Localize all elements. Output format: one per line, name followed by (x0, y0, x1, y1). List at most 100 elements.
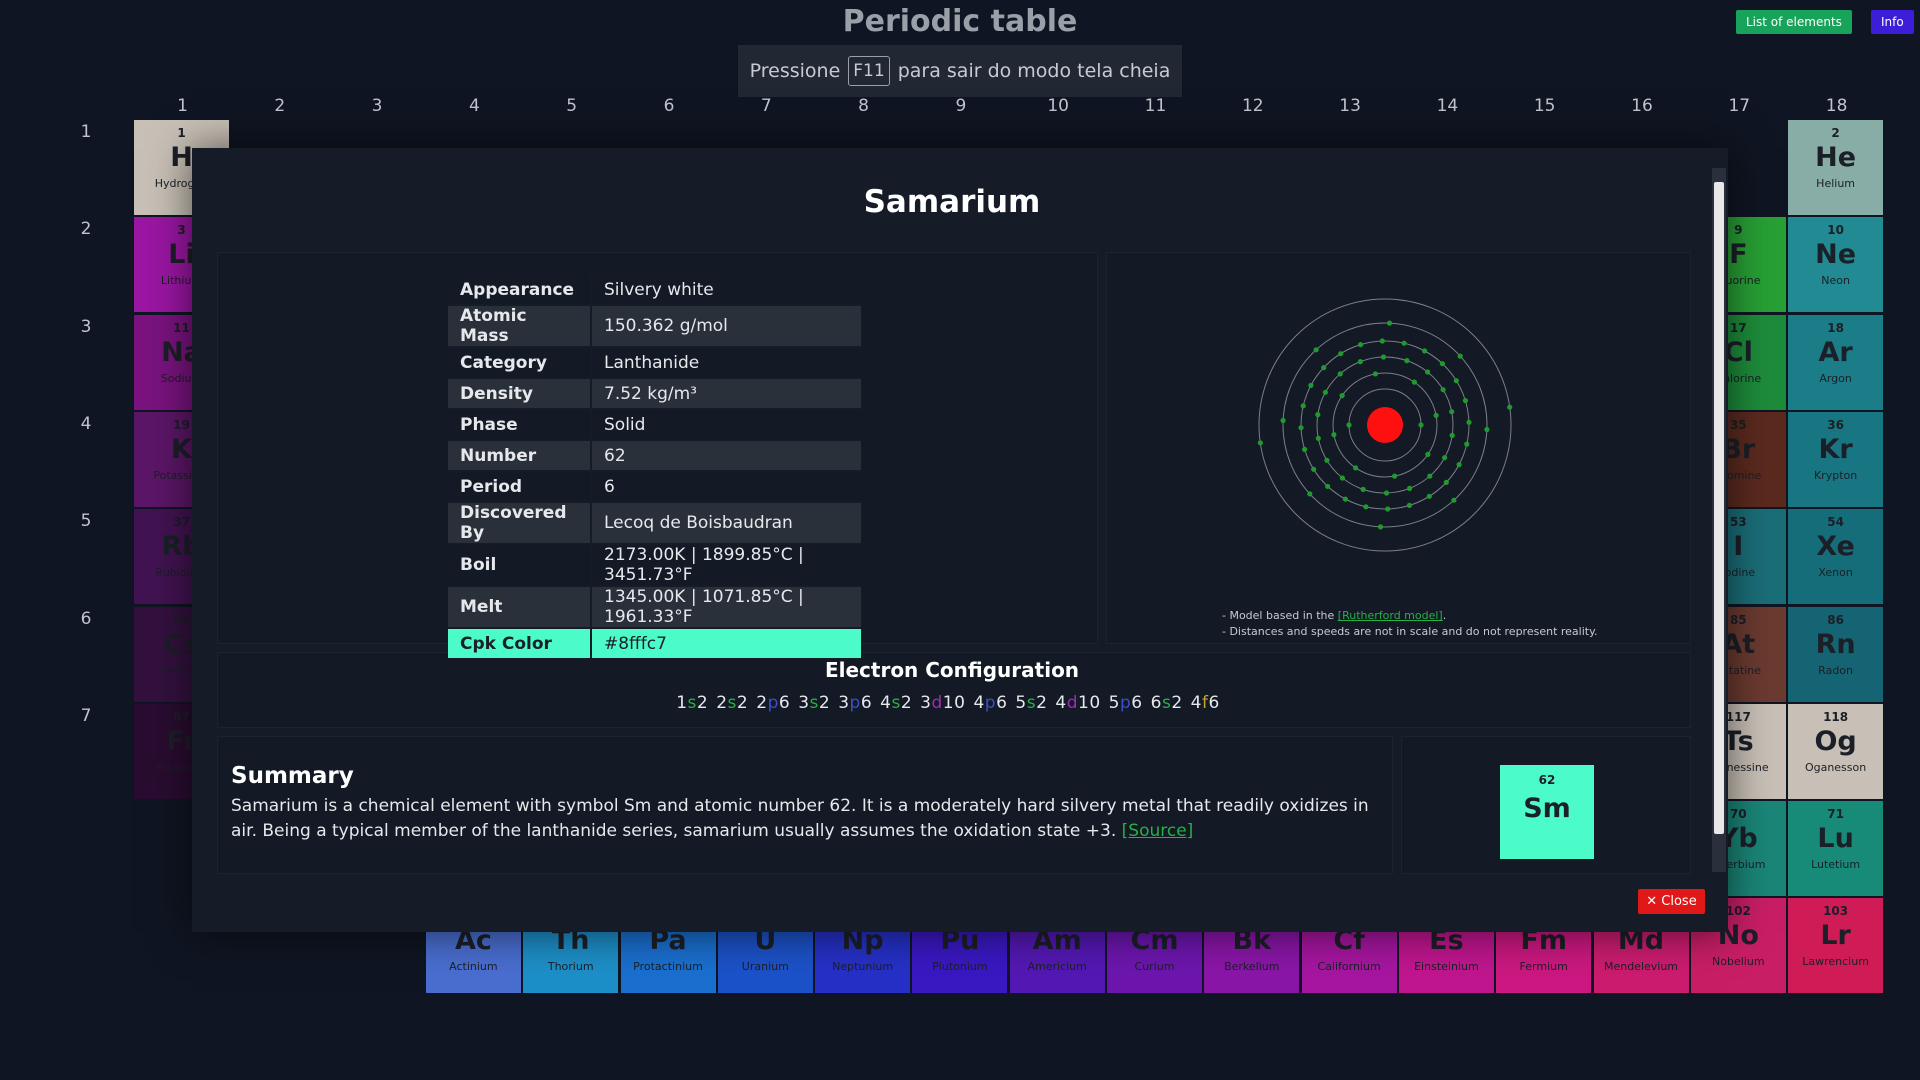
element-tile[interactable]: 86 Rn Radon (1788, 606, 1884, 702)
electron (1346, 422, 1352, 428)
group-number: 15 (1533, 96, 1556, 116)
property-value: 62 (591, 440, 861, 472)
element-tile-number: 2 (1831, 126, 1840, 140)
group-number: 12 (1241, 96, 1264, 116)
electron (1315, 435, 1321, 441)
element-tile-name: Americium (1027, 960, 1087, 974)
group-number: 3 (371, 96, 383, 116)
electron (1383, 490, 1390, 496)
element-tile-number: 18 (1827, 320, 1844, 335)
property-value: Silvery white (591, 275, 861, 306)
element-tile[interactable]: 118 Og Oganesson (1788, 703, 1884, 799)
electron (1358, 342, 1364, 348)
group-number: 7 (760, 96, 772, 116)
config-orbital: s (809, 693, 819, 713)
group-number: 16 (1631, 96, 1653, 116)
element-tile[interactable]: 36 Kr Krypton (1788, 411, 1884, 507)
property-value: Lanthanide (591, 347, 861, 379)
summary-source-link[interactable]: [Source] (1122, 821, 1194, 841)
element-tile-name: Lawrencium (1802, 955, 1869, 969)
element-tile[interactable]: 54 Xe Xenon (1788, 509, 1884, 605)
element-tile-name: Actinium (449, 960, 498, 974)
electron (1439, 361, 1445, 367)
f11-key: F11 (848, 56, 890, 86)
property-value: Lecoq de Boisbaudran (591, 502, 861, 545)
electron-config-title: Electron Configuration (824, 658, 1080, 682)
electron (1322, 389, 1328, 395)
config-electron-count: 6 (778, 693, 791, 713)
config-electron-count: 2 (1171, 693, 1183, 713)
electron (1406, 502, 1412, 508)
atom-note-2: - Distances and speeds are not in scale … (1222, 625, 1598, 638)
electron-config-term: 1s2 (676, 693, 708, 713)
electron (1307, 491, 1313, 497)
config-orbital: p (849, 693, 861, 713)
element-tile[interactable]: 18 Ar Argon (1788, 314, 1884, 410)
modal-scrollbar-thumb[interactable] (1714, 182, 1724, 834)
property-row: Category Lanthanide (448, 347, 861, 379)
element-name-heading: Samarium (863, 184, 1041, 220)
property-value: 150.362 g/mol (591, 305, 861, 348)
electron (1372, 371, 1378, 377)
config-orbital: s (727, 693, 737, 713)
element-tile-name: Helium (1816, 177, 1856, 190)
info-button[interactable]: Info (1871, 10, 1914, 34)
electron (1339, 393, 1345, 399)
property-row: Cpk Color #8fffc7 (448, 628, 861, 660)
electron-config-term: 3p6 (838, 693, 872, 713)
period-number: 2 (80, 219, 92, 240)
element-tile-symbol: Ar (1818, 336, 1853, 368)
electron (1315, 412, 1321, 418)
electron (1257, 440, 1263, 446)
property-label: Density (448, 378, 592, 410)
electron (1401, 340, 1407, 346)
electron (1331, 432, 1337, 438)
group-number: 2 (274, 96, 286, 116)
element-tile-name: Nobelium (1712, 955, 1765, 969)
period-number: 3 (80, 316, 92, 337)
atom-model-notes: - Model based in the [Rutherford model].… (1222, 608, 1598, 640)
electron (1425, 369, 1431, 375)
atom-nucleus (1367, 407, 1403, 443)
period-number: 1 (80, 122, 92, 142)
config-electron-count: 6 (996, 693, 1008, 713)
config-shell-number: 4 (1190, 693, 1202, 713)
electron (1342, 496, 1348, 502)
close-button[interactable]: ✕ Close (1638, 889, 1705, 914)
config-orbital: s (1026, 693, 1037, 713)
element-tile-number: 71 (1827, 807, 1844, 822)
config-shell-number: 3 (920, 693, 932, 713)
electron (1440, 387, 1446, 393)
electron (1456, 462, 1462, 468)
electron-config-term: 2p6 (756, 693, 790, 713)
property-label: Phase (448, 409, 592, 441)
config-electron-count: 6 (1208, 693, 1220, 713)
config-electron-count: 2 (1036, 693, 1048, 713)
rutherford-model-link[interactable]: [Rutherford model] (1338, 609, 1443, 622)
config-orbital: p (1120, 693, 1132, 713)
fullscreen-notice-after: para sair do modo tela cheia (897, 60, 1171, 82)
electron (1427, 473, 1433, 479)
group-number: 5 (566, 96, 578, 116)
element-tile[interactable]: 2 He Helium (1788, 120, 1884, 215)
config-orbital: s (687, 693, 697, 713)
electron (1442, 455, 1448, 461)
list-of-elements-button[interactable]: List of elements (1736, 10, 1852, 34)
property-value: 6 (591, 471, 861, 503)
element-tile[interactable]: 103 Lr Lawrencium (1788, 898, 1884, 994)
electron (1457, 353, 1463, 359)
config-shell-number: 4 (1055, 693, 1067, 713)
element-tile[interactable]: 10 Ne Neon (1788, 217, 1884, 313)
config-shell-number: 2 (716, 693, 728, 713)
electron (1313, 347, 1319, 353)
config-orbital: d (1066, 693, 1079, 713)
element-tile[interactable]: 71 Lu Lutetium (1788, 801, 1884, 897)
property-value: 2173.00K | 1899.85°C | 3451.73°F (591, 544, 861, 587)
element-tile-number: 36 (1827, 417, 1844, 432)
property-row: Phase Solid (448, 409, 861, 441)
electron (1426, 493, 1432, 499)
element-tile-symbol: Rn (1815, 628, 1856, 660)
electron (1300, 403, 1306, 409)
element-tile-name: Argon (1819, 371, 1852, 385)
period-number: 7 (80, 705, 92, 726)
